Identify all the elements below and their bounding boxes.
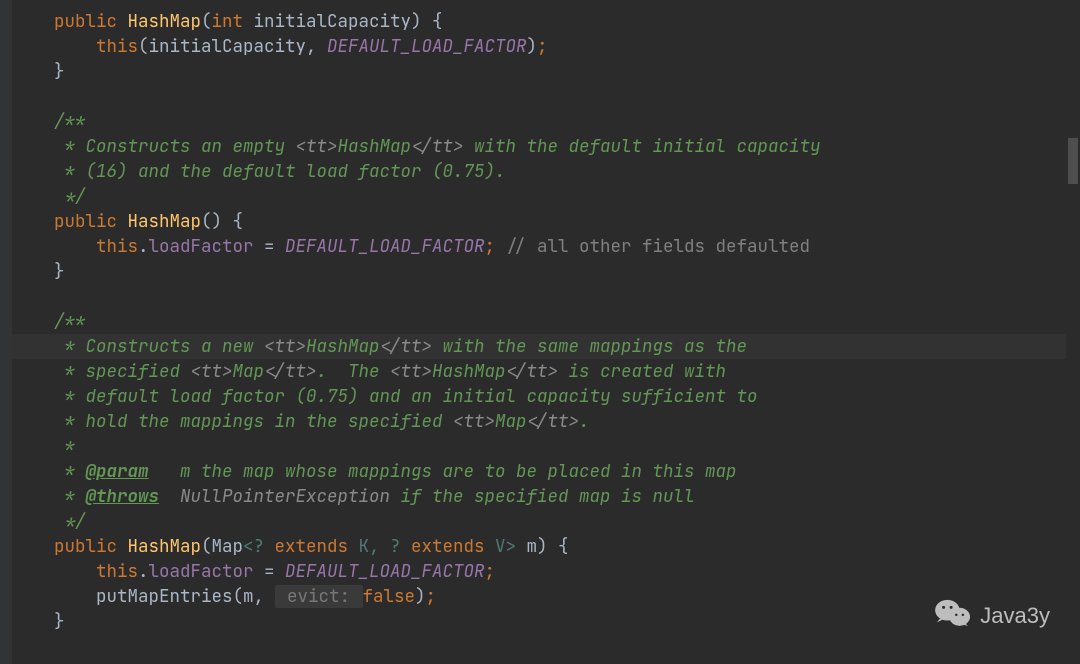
watermark: Java3y [934,597,1050,634]
scrollbar-thumb[interactable] [1068,138,1078,184]
watermark-label: Java3y [980,603,1050,628]
editor-gutter [0,0,12,664]
code-editor[interactable]: public HashMap(int initialCapacity) { th… [0,0,1066,664]
wechat-icon [934,597,980,634]
vertical-scrollbar[interactable] [1066,0,1080,664]
code-content[interactable]: public HashMap(int initialCapacity) { th… [12,9,821,634]
